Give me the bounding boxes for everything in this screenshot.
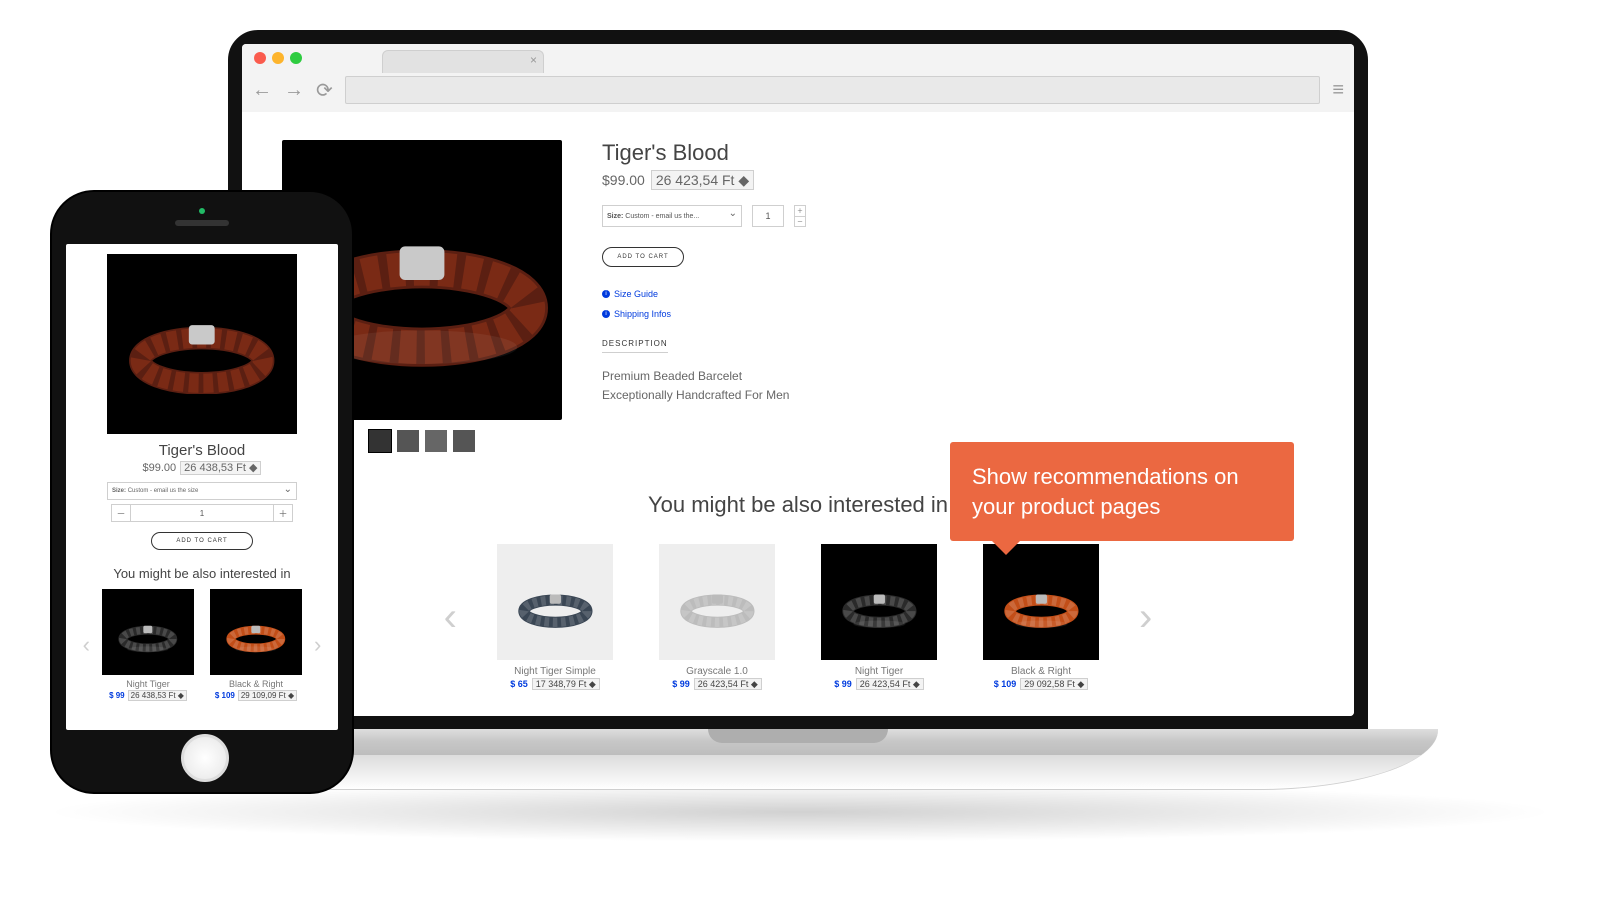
qty-plus-icon[interactable]: ＋ (273, 505, 292, 521)
forward-icon[interactable]: → (284, 79, 304, 102)
recommendations-heading-mobile: You might be also interested in (76, 566, 328, 581)
thumbnail[interactable] (453, 430, 475, 452)
recommendation-title: Black & Right (210, 679, 302, 689)
quantity-stepper[interactable]: ＋－ (794, 205, 806, 227)
recommendation-title: Night Tiger (821, 666, 937, 677)
home-button[interactable] (181, 734, 229, 782)
browser-tab[interactable]: × (382, 50, 544, 73)
size-select[interactable]: Size: Custom - email us the... (602, 205, 742, 227)
recommendation-image (102, 589, 194, 675)
recommendation-image (821, 544, 937, 660)
window-max-dot[interactable] (290, 52, 302, 64)
product-title-mobile: Tiger's Blood (76, 442, 328, 459)
recommendation-price: $ 9926 438,53 Ft ◆ (102, 691, 194, 700)
thumbnail[interactable] (425, 430, 447, 452)
add-to-cart-button[interactable]: ADD TO CART (602, 247, 684, 267)
description-heading: DESCRIPTION (602, 339, 668, 353)
recommendation-image (497, 544, 613, 660)
recommendation-card[interactable]: Black & Right $ 10929 109,09 Ft ◆ (210, 589, 302, 700)
recommendation-title: Grayscale 1.0 (659, 666, 775, 677)
thumbnail[interactable] (397, 430, 419, 452)
reload-icon[interactable]: ⟳ (316, 78, 333, 103)
recommendation-image (659, 544, 775, 660)
window-min-dot[interactable] (272, 52, 284, 64)
carousel-prev-icon[interactable]: ‹ (444, 595, 457, 640)
browser-chrome: × ← → ⟳ ≡ (242, 44, 1354, 113)
recommendation-price: $ 6517 348,79 Ft ◆ (497, 679, 613, 690)
quantity-input[interactable]: 1 (752, 205, 784, 227)
product-price: $99.0026 423,54 Ft ◆ (602, 172, 1314, 189)
recommendation-price: $ 10929 109,09 Ft ◆ (210, 691, 302, 700)
thumbnail[interactable] (369, 430, 391, 452)
size-select-mobile[interactable]: Size: Custom - email us the size (107, 482, 297, 500)
size-guide-link[interactable]: iSize Guide (602, 289, 1314, 299)
description-text: Premium Beaded Barcelet Exceptionally Ha… (602, 367, 1314, 405)
quantity-stepper-mobile[interactable]: － 1 ＋ (111, 504, 293, 522)
recommendation-price: $ 9926 423,54 Ft ◆ (659, 679, 775, 690)
url-bar[interactable] (345, 76, 1321, 104)
recommendation-title: Black & Right (983, 666, 1099, 677)
recommendation-card[interactable]: Night Tiger Simple $ 6517 348,79 Ft ◆ (497, 544, 613, 690)
qty-minus-icon[interactable]: － (112, 505, 131, 521)
recommendation-card[interactable]: Night Tiger $ 9926 423,54 Ft ◆ (821, 544, 937, 690)
shipping-link[interactable]: iShipping Infos (602, 309, 1314, 319)
recommendation-card[interactable]: Grayscale 1.0 $ 9926 423,54 Ft ◆ (659, 544, 775, 690)
add-to-cart-button-mobile[interactable]: ADD TO CART (151, 532, 253, 550)
back-icon[interactable]: ← (252, 79, 272, 102)
recommendation-price: $ 10929 092,58 Ft ◆ (983, 679, 1099, 690)
product-title: Tiger's Blood (602, 140, 1314, 166)
carousel-prev-icon[interactable]: ‹ (83, 632, 90, 658)
menu-icon[interactable]: ≡ (1332, 79, 1344, 102)
recommendation-title: Night Tiger (102, 679, 194, 689)
product-image-mobile (107, 254, 297, 434)
carousel-next-icon[interactable]: › (314, 632, 321, 658)
product-price-mobile: $99.0026 438,53 Ft ◆ (76, 461, 328, 474)
recommendation-card[interactable]: Night Tiger $ 9926 438,53 Ft ◆ (102, 589, 194, 700)
laptop-mockup: × ← → ⟳ ≡ (228, 30, 1368, 790)
phone-mockup: Tiger's Blood $99.0026 438,53 Ft ◆ Size:… (50, 190, 354, 794)
marketing-callout: Show recommendations on your product pag… (950, 442, 1294, 541)
window-close-dot[interactable] (254, 52, 266, 64)
recommendation-image (210, 589, 302, 675)
carousel-next-icon[interactable]: › (1139, 595, 1152, 640)
recommendations-carousel: ‹ Night Tiger Simple $ 6517 348,79 Ft ◆ … (282, 544, 1314, 690)
recommendation-price: $ 9926 423,54 Ft ◆ (821, 679, 937, 690)
tab-close-icon[interactable]: × (530, 53, 537, 67)
recommendation-title: Night Tiger Simple (497, 666, 613, 677)
